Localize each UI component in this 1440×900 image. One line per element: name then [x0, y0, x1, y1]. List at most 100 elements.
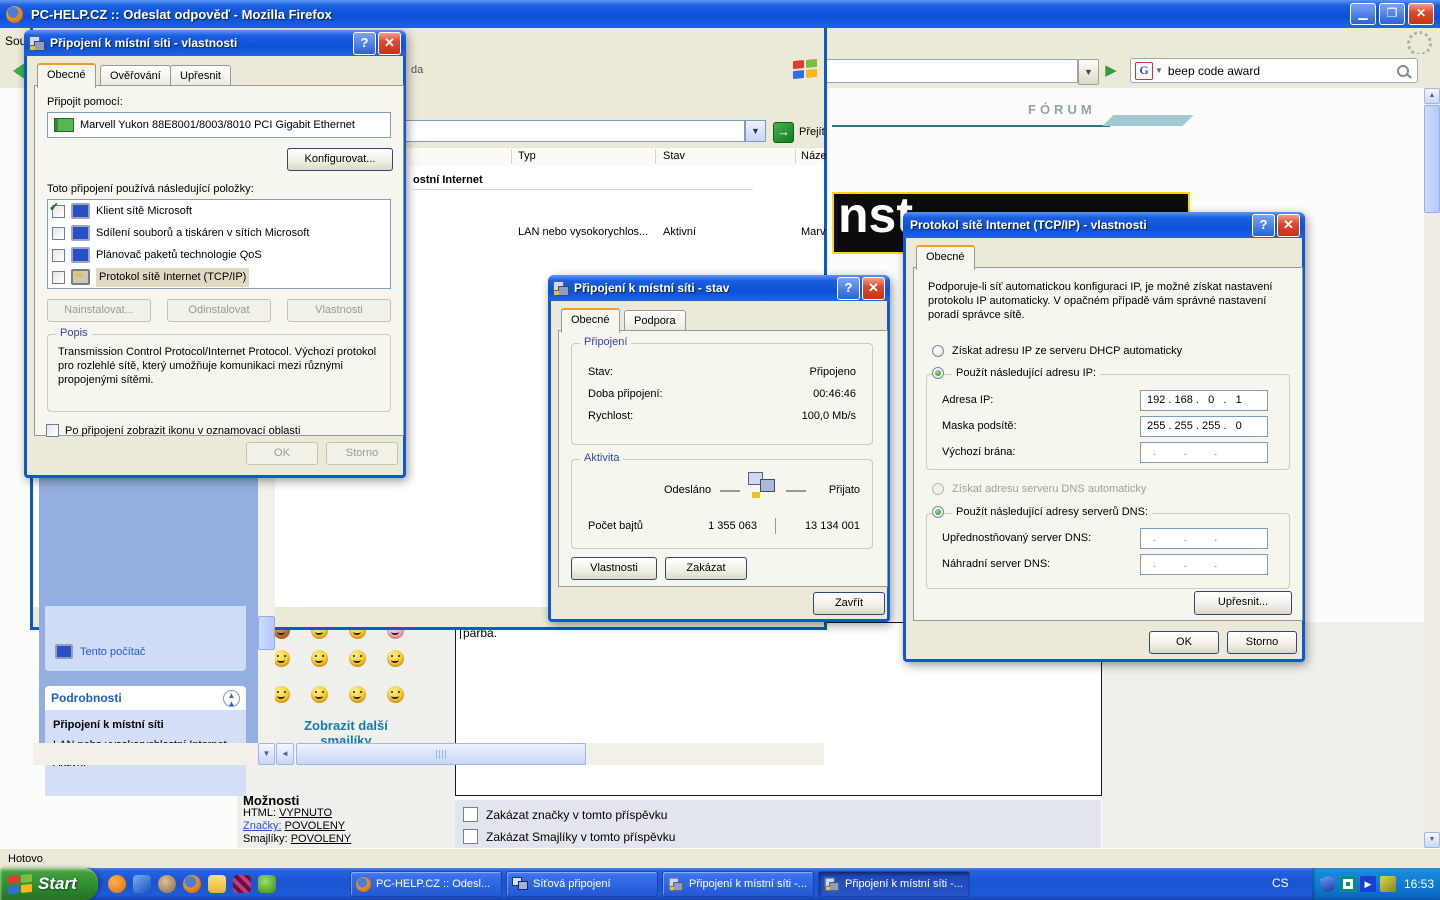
smiley-fight-icon[interactable]	[311, 650, 328, 667]
close-button[interactable]: ✕	[378, 32, 401, 55]
scroll-down-icon[interactable]: ▼	[1424, 832, 1440, 848]
folder-icon[interactable]	[208, 875, 226, 893]
properties-button[interactable]: Vlastnosti	[571, 557, 657, 580]
start-button[interactable]: Start	[0, 868, 98, 900]
preferred-dns-field[interactable]: . . .	[1140, 528, 1268, 549]
advanced-button[interactable]: Upřesnit...	[1194, 591, 1292, 615]
smiley-sad-icon[interactable]	[273, 650, 290, 667]
language-indicator[interactable]: CS	[1272, 876, 1289, 890]
player-tray-icon[interactable]: ▶	[1360, 876, 1376, 892]
disable-smilies-checkbox[interactable]	[463, 829, 478, 844]
task-connection-properties[interactable]: Připojení k místní síti -...	[662, 871, 814, 897]
sidebar-item-my-computer[interactable]: Tento počítač	[55, 644, 145, 659]
google-icon[interactable]: G	[1135, 62, 1153, 80]
disable-tags-checkbox[interactable]	[463, 807, 478, 822]
close-dialog-button[interactable]: Zavřít	[813, 592, 885, 615]
smiley-cool-icon[interactable]	[387, 650, 404, 667]
scroll-down-icon[interactable]: ▼	[258, 743, 275, 765]
shield-icon[interactable]	[1320, 876, 1336, 892]
smiley-devil-icon[interactable]	[349, 650, 366, 667]
menu-help[interactable]: da	[411, 64, 423, 76]
firefox-icon[interactable]	[183, 875, 201, 893]
smiley-wink-icon[interactable]	[273, 686, 290, 703]
plant-icon[interactable]	[258, 875, 276, 893]
column-type[interactable]: Typ	[518, 150, 536, 162]
go-button[interactable]: → Přejít	[773, 120, 858, 144]
cat-icon[interactable]	[158, 875, 176, 893]
disable-button[interactable]: Zakázat	[665, 557, 747, 580]
search-text[interactable]: beep code award	[1168, 64, 1397, 78]
ok-button[interactable]: OK	[1149, 631, 1219, 654]
scrollbar-thumb[interactable]	[258, 616, 275, 650]
restore-button[interactable]: ❐	[1379, 3, 1405, 25]
task-connection-status[interactable]: Připojení k místní síti -...	[818, 871, 970, 897]
configure-button[interactable]: Konfigurovat...	[287, 148, 393, 171]
list-item[interactable]: Klient sítě Microsoft	[48, 200, 390, 222]
tab-advanced[interactable]: Upřesnit	[170, 65, 231, 87]
ok-button[interactable]: OK	[246, 442, 318, 465]
collapse-chevron-icon[interactable]: ▲▲	[223, 690, 240, 707]
install-button[interactable]: Nainstalovat...	[47, 299, 151, 322]
column-status[interactable]: Stav	[663, 150, 685, 162]
checkbox-checked-icon[interactable]	[52, 227, 65, 240]
dialog-titlebar[interactable]: Připojení k místní síti - stav ? ✕	[548, 275, 890, 301]
tab-general[interactable]: Obecné	[37, 63, 96, 88]
alternate-dns-field[interactable]: . . .	[1140, 554, 1268, 575]
minimize-button[interactable]: ▁	[1350, 3, 1376, 25]
close-button[interactable]: ✕	[1277, 214, 1300, 237]
static-ip-radio[interactable]	[932, 367, 944, 379]
dialog-titlebar[interactable]: Protokol sítě Internet (TCP/IP) - vlastn…	[903, 212, 1305, 238]
help-button[interactable]: ?	[353, 32, 376, 55]
firefox-titlebar[interactable]: PC-HELP.CZ :: Odeslat odpověď - Mozilla …	[0, 0, 1440, 28]
dns-auto-radio[interactable]	[932, 483, 944, 495]
graphics-tray-icon[interactable]	[1380, 876, 1396, 892]
cancel-button[interactable]: Storno	[1227, 631, 1297, 654]
sync-icon[interactable]	[1340, 876, 1356, 892]
close-button[interactable]: ✕	[862, 277, 885, 300]
checkbox-checked-icon[interactable]	[52, 249, 65, 262]
chevron-down-icon[interactable]: ▼	[1155, 66, 1163, 75]
scrollbar-thumb[interactable]	[1424, 105, 1440, 213]
scroll-up-icon[interactable]: ▲	[1424, 88, 1440, 104]
tab-support[interactable]: Podpora	[624, 310, 686, 332]
gateway-field[interactable]: . . .	[1140, 442, 1268, 463]
list-item[interactable]: Sdílení souborů a tiskáren v sítích Micr…	[48, 222, 390, 244]
address-dropdown-icon[interactable]: ▼	[1078, 59, 1099, 85]
media-player-icon[interactable]	[108, 875, 126, 893]
tags-link[interactable]: Značky:	[243, 820, 282, 832]
smiley-crazy-icon[interactable]	[311, 686, 328, 703]
help-button[interactable]: ?	[1252, 214, 1275, 237]
address-combo-icon[interactable]: ▼	[745, 120, 766, 142]
column-name[interactable]: Náze	[801, 150, 827, 162]
checkbox-checked-icon[interactable]	[52, 271, 65, 284]
uninstall-button[interactable]: Odinstalovat	[167, 299, 271, 322]
ip-address-field[interactable]: 192 . 168 . 0 . 1	[1140, 390, 1268, 411]
photos-icon[interactable]	[233, 875, 251, 893]
smiley-loud-icon[interactable]	[387, 686, 404, 703]
dhcp-radio[interactable]	[932, 345, 944, 357]
scrollbar-thumb[interactable]	[296, 743, 586, 765]
explorer-hscrollbar[interactable]: ▼ ◄	[33, 743, 824, 765]
task-firefox[interactable]: PC-HELP.CZ :: Odesl...	[350, 871, 502, 897]
search-input[interactable]: G ▼ beep code award	[1130, 58, 1418, 83]
smiley-smile-icon[interactable]	[349, 686, 366, 703]
list-item-selected[interactable]: Protokol sítě Internet (TCP/IP)	[48, 266, 390, 288]
tab-authentication[interactable]: Ověřování	[100, 65, 171, 87]
properties-button[interactable]: Vlastnosti	[287, 299, 391, 322]
messenger-icon[interactable]	[133, 875, 151, 893]
tab-general[interactable]: Obecné	[916, 245, 975, 270]
tab-general[interactable]: Obecné	[561, 308, 620, 333]
go-icon[interactable]: ▶	[1099, 59, 1123, 83]
scroll-left-icon[interactable]: ◄	[276, 743, 294, 765]
cancel-button[interactable]: Storno	[326, 442, 398, 465]
close-button[interactable]: ✕	[1408, 3, 1434, 25]
show-icon-checkbox[interactable]	[46, 424, 59, 437]
subnet-mask-field[interactable]: 255 . 255 . 255 . 0	[1140, 416, 1268, 437]
page-scrollbar[interactable]: ▲ ▼	[1424, 88, 1440, 848]
list-item[interactable]: Plánovač paketů technologie QoS	[48, 244, 390, 266]
dns-static-radio[interactable]	[932, 506, 944, 518]
dialog-titlebar[interactable]: Připojení k místní síti - vlastnosti ? ✕	[24, 30, 406, 56]
task-network-connections[interactable]: Síťová připojení	[506, 871, 658, 897]
search-icon[interactable]	[1397, 65, 1409, 77]
help-button[interactable]: ?	[837, 277, 860, 300]
